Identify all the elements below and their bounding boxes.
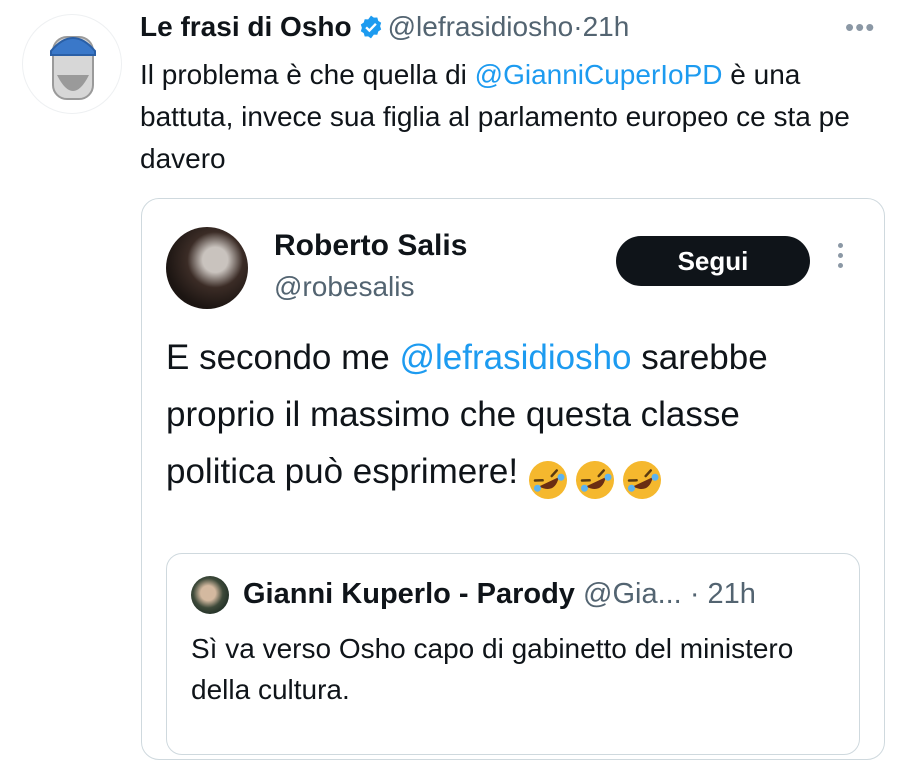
nested-tweet-header: Gianni Kuperlo - Parody @Gia... · 21h	[243, 578, 756, 611]
quoted-tweet-card[interactable]: Roberto Salis @robesalis Segui E secondo…	[141, 198, 885, 760]
tweet-time[interactable]: 21h	[583, 11, 630, 42]
author-handle[interactable]: @lefrasidiosho	[388, 11, 574, 42]
rolling-laughing-emoji-icon	[623, 460, 662, 499]
quote-text-before: E secondo me	[166, 338, 400, 377]
nested-author-name[interactable]: Gianni Kuperlo - Parody	[243, 578, 575, 610]
more-vertical-icon[interactable]	[835, 243, 845, 273]
tweet-text: Il problema è che quella di @GianniCuper…	[140, 54, 880, 180]
osho-avatar-icon	[50, 36, 96, 100]
rolling-laughing-emoji-icon	[576, 460, 615, 499]
rolling-laughing-emoji-icon	[529, 460, 568, 499]
nested-tweet-text: Sì va verso Osho capo di gabinetto del m…	[191, 633, 794, 705]
author-name[interactable]: Le frasi di Osho	[140, 11, 352, 42]
verified-badge-icon	[358, 14, 384, 48]
quote-text: E secondo me @lefrasidiosho sarebbe prop…	[166, 329, 846, 506]
nested-author-avatar[interactable]	[191, 576, 229, 614]
nested-author-handle[interactable]: @Gia...	[583, 578, 682, 610]
nested-quoted-tweet[interactable]: Gianni Kuperlo - Parody @Gia... · 21h Sì…	[166, 553, 860, 755]
quote-author-handle[interactable]: @robesalis	[274, 271, 414, 303]
emoji-group	[526, 449, 667, 506]
tweet-text-before: Il problema è che quella di	[140, 59, 475, 90]
more-options-icon[interactable]: •••	[845, 12, 875, 43]
nested-tweet-time[interactable]: · 21h	[690, 578, 756, 610]
separator-dot: ·	[573, 11, 583, 42]
author-avatar[interactable]	[22, 14, 122, 114]
follow-button[interactable]: Segui	[616, 236, 810, 286]
tweet-header: Le frasi di Osho @lefrasidiosho·21h	[140, 10, 629, 48]
tweet-mention-link[interactable]: @GianniCuperIoPD	[475, 59, 723, 90]
quote-author-avatar[interactable]	[166, 227, 248, 309]
quote-mention-link[interactable]: @lefrasidiosho	[399, 338, 631, 377]
quote-author-name[interactable]: Roberto Salis	[274, 229, 467, 263]
